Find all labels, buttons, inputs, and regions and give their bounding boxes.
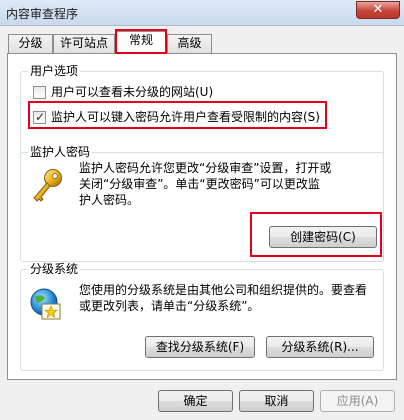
supervisor-desc-line1: 监护人密码允许您更改“分级审查”设置，打开或 <box>79 161 332 175</box>
certificate-globe-icon <box>30 288 61 320</box>
apply-button[interactable]: 应用(A) <box>320 390 395 412</box>
rating-systems-title: 分级系统 <box>28 262 81 276</box>
supervisor-desc-line2: 关闭“分级审查”。单击“更改密码”可以更改监 <box>79 177 320 191</box>
highlight-supervisor-override <box>28 101 327 129</box>
title-bar: 内容审查程序 ✕ <box>0 0 404 26</box>
unrated-sites-checkbox[interactable] <box>33 86 46 99</box>
close-button[interactable]: ✕ <box>356 1 400 19</box>
tab-approved-sites-label: 许可站点 <box>59 36 108 50</box>
tab-advanced-label: 高级 <box>177 36 202 50</box>
ok-button[interactable]: 确定 <box>158 390 233 412</box>
tab-ratings[interactable]: 分级 <box>8 34 53 53</box>
tab-advanced[interactable]: 高级 <box>167 34 212 53</box>
close-icon: ✕ <box>372 2 384 17</box>
key-icon <box>33 169 62 202</box>
find-rating-systems-button[interactable]: 查找分级系统(F) <box>145 336 255 358</box>
rating-systems-desc-line2: 或更改列表，请单击“分级系统”。 <box>79 299 260 313</box>
window-title: 内容审查程序 <box>6 7 79 21</box>
supervisor-password-title: 监护人密码 <box>28 145 93 159</box>
rating-systems-group: 分级系统 您使用的分级系统是由其他公司和组织提供的。要查看 或更改列表，请单击“… <box>20 262 384 371</box>
user-options-title: 用户选项 <box>28 64 81 78</box>
tab-ratings-label: 分级 <box>18 36 43 50</box>
unrated-sites-option[interactable]: 用户可以查看未分级的网站(U) <box>33 84 273 100</box>
tab-panel-general: 用户选项 用户可以查看未分级的网站(U) ✓ 监护人可以键入密码允许用户查看受限… <box>7 53 397 380</box>
highlight-tab-general <box>115 29 167 54</box>
rating-systems-desc-line1: 您使用的分级系统是由其他公司和组织提供的。要查看 <box>79 283 368 297</box>
supervisor-desc-line3: 护人密码。 <box>79 193 140 207</box>
cancel-button[interactable]: 取消 <box>239 390 314 412</box>
highlight-create-password <box>250 212 382 257</box>
unrated-sites-label: 用户可以查看未分级的网站(U) <box>51 85 214 99</box>
tab-approved-sites[interactable]: 许可站点 <box>53 34 115 53</box>
rating-systems-button[interactable]: 分级系统(R)... <box>266 336 374 358</box>
